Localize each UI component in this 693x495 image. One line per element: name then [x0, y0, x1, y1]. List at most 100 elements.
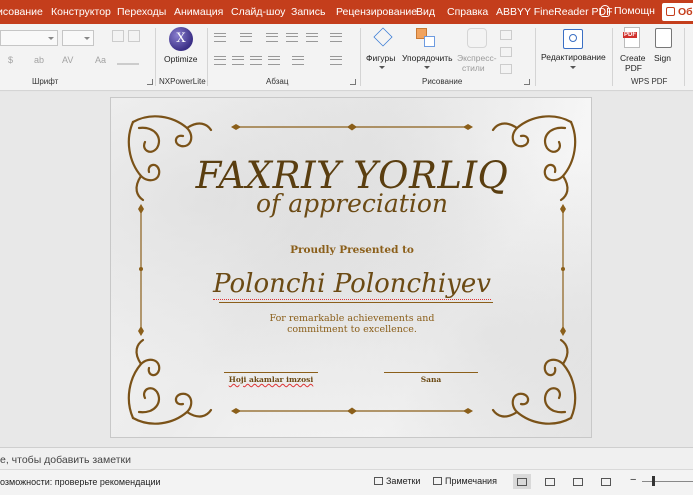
create-pdf-line1[interactable]: Create [620, 53, 646, 63]
slide-sorter-button[interactable] [541, 474, 559, 489]
optimize-button[interactable]: Optimize [164, 54, 198, 64]
comments-toggle-label: Примечания [445, 476, 497, 486]
quick-styles-icon[interactable] [467, 28, 487, 48]
ribbon-separator [207, 28, 208, 86]
ribbon-separator [535, 28, 536, 86]
font-size-combo[interactable] [62, 30, 94, 46]
bullets-icon[interactable] [214, 33, 226, 42]
certificate-subtitle[interactable]: of appreciation [111, 189, 591, 218]
notes-placeholder[interactable]: е, чтобы добавить заметки [0, 454, 131, 466]
slide-workspace[interactable]: FAXRIY YORLIQ of appreciation Proudly Pr… [0, 92, 693, 447]
ornamental-border [127, 115, 577, 425]
tell-me-search[interactable]: Помощн [600, 5, 655, 17]
text-direction-icon[interactable] [330, 33, 342, 42]
quick-styles-line1[interactable]: Экспресс- [457, 53, 497, 63]
shape-effects-icon[interactable] [500, 64, 512, 74]
create-pdf-line2[interactable]: PDF [625, 63, 642, 73]
character-spacing-button[interactable]: AV [62, 55, 73, 65]
justify-icon[interactable] [268, 56, 280, 65]
editing-button[interactable]: Редактирование [541, 52, 606, 62]
ribbon-separator [360, 28, 361, 86]
font-color-icon[interactable] [117, 55, 139, 65]
share-label: Об [678, 6, 693, 18]
recipient-name[interactable]: Polonchi Polonchiyev [111, 269, 591, 300]
increase-indent-icon[interactable] [286, 33, 298, 42]
comments-toggle-button[interactable]: Примечания [433, 476, 497, 486]
find-icon[interactable] [563, 29, 583, 49]
slide-canvas[interactable]: FAXRIY YORLIQ of appreciation Proudly Pr… [110, 97, 592, 438]
tab-record[interactable]: Запись [291, 6, 325, 18]
shape-fill-icon[interactable] [500, 30, 512, 40]
paragraph-dialog-launcher[interactable] [350, 79, 356, 85]
chevron-down-icon [379, 66, 385, 69]
presented-to-label[interactable]: Proudly Presented to [111, 244, 591, 256]
ribbon-separator [612, 28, 613, 86]
normal-view-button[interactable] [513, 474, 531, 489]
tab-design[interactable]: Конструктор [51, 6, 111, 18]
reason-text[interactable]: For remarkable achievements and commitme… [111, 313, 591, 335]
signature-label-right[interactable]: Sana [384, 375, 478, 384]
tab-review[interactable]: Рецензирование [336, 6, 417, 18]
ribbon: $ ab AV Aa Шрифт X Optimize NXPowerLite … [0, 24, 693, 91]
decrease-indent-icon[interactable] [266, 33, 278, 42]
align-left-icon[interactable] [214, 56, 226, 65]
slideshow-button[interactable] [597, 474, 615, 489]
arrange-button[interactable]: Упорядочить [402, 53, 453, 63]
reason-line-1: For remarkable achievements and [269, 313, 435, 324]
font-name-combo[interactable] [0, 30, 58, 46]
align-text-icon[interactable] [330, 56, 342, 65]
tab-view[interactable]: Вид [416, 6, 435, 18]
recipient-name-text: Polonchi Polonchiyev [213, 269, 491, 300]
ribbon-separator [684, 28, 685, 86]
shape-outline-icon[interactable] [500, 47, 512, 57]
numbering-icon[interactable] [240, 33, 252, 42]
accessibility-status[interactable]: озможности: проверьте рекомендации [0, 477, 161, 487]
tab-slideshow[interactable]: Слайд-шоу [231, 6, 285, 18]
tab-draw[interactable]: исование [0, 6, 43, 18]
strikethrough-button[interactable]: ab [34, 55, 44, 65]
arrange-icon[interactable] [416, 28, 436, 48]
name-underline [219, 302, 493, 303]
shapes-icon[interactable] [373, 27, 393, 47]
zoom-slider-thumb[interactable] [652, 476, 655, 486]
group-label-paragraph: Абзац [266, 77, 289, 86]
lightbulb-icon [600, 5, 610, 17]
slideshow-icon [601, 477, 611, 486]
share-button[interactable]: Об [662, 3, 693, 21]
sign-button[interactable]: Sign [654, 53, 671, 63]
share-icon [666, 7, 675, 16]
notes-toggle-button[interactable]: Заметки [374, 476, 420, 486]
notes-pane[interactable]: е, чтобы добавить заметки [0, 447, 693, 469]
ribbon-tab-bar: исование Конструктор Переходы Анимация С… [0, 0, 693, 24]
tab-help[interactable]: Справка [447, 6, 488, 18]
font-ghost-currency[interactable]: $ [8, 55, 13, 65]
group-label-font: Шрифт [32, 77, 59, 86]
group-label-drawing: Рисование [422, 77, 463, 86]
signature-label-left[interactable]: Hoji akamlar imzosi [221, 375, 321, 384]
reason-line-2: commitment to excellence. [287, 324, 417, 335]
change-case-button[interactable]: Aa [95, 55, 106, 65]
shapes-button[interactable]: Фигуры [366, 53, 395, 63]
tab-transitions[interactable]: Переходы [117, 6, 166, 18]
create-pdf-icon[interactable] [623, 27, 640, 48]
comment-icon [433, 477, 442, 485]
sign-icon[interactable] [655, 28, 672, 48]
align-right-icon[interactable] [250, 56, 262, 65]
quick-styles-line2[interactable]: стили [462, 63, 485, 73]
align-center-icon[interactable] [232, 56, 244, 65]
reading-view-button[interactable] [569, 474, 587, 489]
zoom-slider[interactable] [642, 481, 693, 482]
drawing-dialog-launcher[interactable] [524, 79, 530, 85]
notes-icon [374, 477, 383, 485]
reading-view-icon [573, 477, 583, 486]
columns-icon[interactable] [292, 56, 304, 65]
tab-abbyy[interactable]: ABBYY FineReader PDF [496, 6, 613, 18]
zoom-out-button[interactable]: − [630, 474, 636, 486]
tab-animations[interactable]: Анимация [174, 6, 223, 18]
increase-font-icon[interactable] [112, 30, 124, 42]
decrease-font-icon[interactable] [128, 30, 140, 42]
notes-toggle-label: Заметки [386, 476, 421, 486]
nxpowerlite-icon[interactable]: X [169, 27, 193, 51]
font-dialog-launcher[interactable] [147, 79, 153, 85]
line-spacing-icon[interactable] [306, 33, 318, 42]
